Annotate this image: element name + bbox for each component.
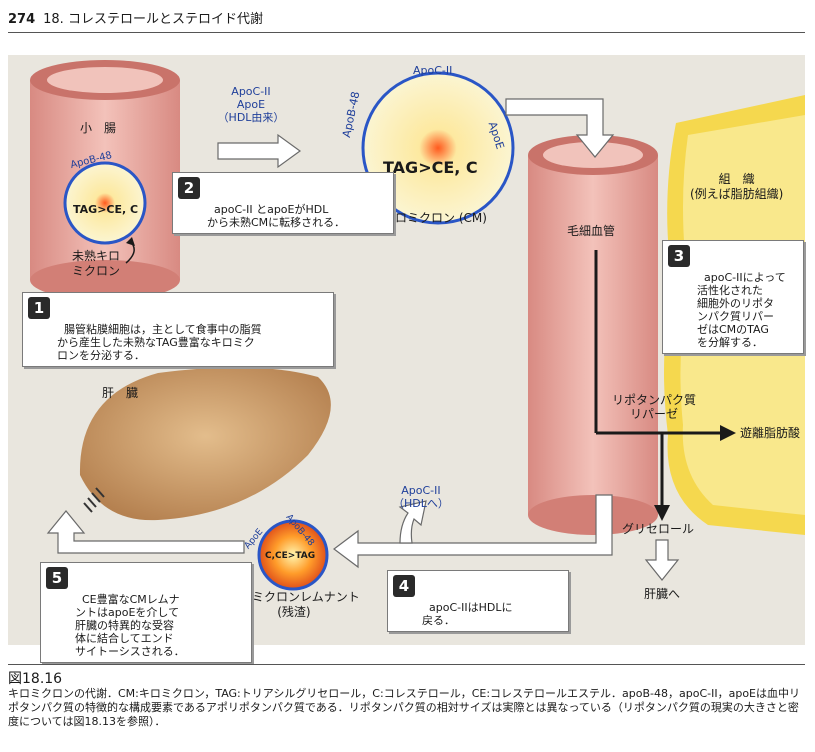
step-4-text: apoC-IIはHDLに 戻る． [422, 601, 513, 627]
step-5-text: CE豊富なCMレムナ ントはapoEを介して 肝臓の特異的な受容 体に結合してエ… [75, 593, 185, 658]
cm-apoc2-label: ApoC-II [413, 64, 453, 77]
remnant-core-label: C,CE>TAG [265, 551, 316, 561]
immature-chylomicron-label: 未熟キロ ミクロン [72, 249, 121, 278]
glycerol-label: グリセロール [622, 522, 695, 536]
capillary-vessel-shape [528, 135, 658, 535]
step-3-box: 3 apoC-IIによって 活性化された 細胞外のリポタ ンパク質リパー ゼはC… [662, 240, 804, 354]
free-fatty-acid-label: 遊離脂肪酸 [740, 426, 801, 440]
arrow-to-liver-from-glycerol [644, 539, 680, 581]
intestine-core-label: TAG>CE, C [73, 203, 139, 216]
step-3-text: apoC-IIによって 活性化された 細胞外のリポタ ンパク質リパー ゼはCMの… [697, 271, 786, 349]
step-4-number: 4 [393, 575, 415, 597]
step-1-text: 腸管粘膜細胞は，主として食事中の脂質 から産生した未熟なTAG豊富なキロミク ロ… [57, 323, 262, 362]
step-2-text: apoC-II とapoEがHDL から未熟CMに転移される． [207, 203, 346, 229]
page-number: 274 [8, 12, 36, 27]
arrow-hdl-to-cm [217, 133, 302, 169]
figure-caption: キロミクロンの代謝．CM:キロミクロン，TAG:トリアシルグリセロール，C:コレ… [8, 687, 800, 728]
to-liver-label: 肝臓へ [644, 587, 681, 601]
step-2-number: 2 [178, 177, 200, 199]
step-1-number: 1 [28, 297, 50, 319]
running-header: 274 18. コレステロールとステロイド代謝 [8, 8, 263, 27]
liver-label: 肝 臓 [102, 386, 139, 400]
caption-rule [8, 664, 805, 665]
step-5-box: 5 CE豊富なCMレムナ ントはapoEを介して 肝臓の特異的な受容 体に結合し… [40, 562, 252, 663]
figure-number: 図18.16 [8, 671, 63, 687]
step-3-number: 3 [668, 245, 690, 267]
capillary-label: 毛細血管 [567, 224, 616, 238]
cm-name-label: キロミクロン (CM) [383, 211, 487, 225]
cm-core-label: TAG>CE, C [383, 158, 478, 177]
tissue-label: 組 織 (例えば脂肪組織) [690, 172, 784, 201]
hdl-transfer-label: ApoC-II ApoE （HDL由来） [217, 85, 285, 124]
chapter-title: 18. コレステロールとステロイド代謝 [43, 12, 263, 27]
step-2-box: 2 apoC-II とapoEがHDL から未熟CMに転移される． [172, 172, 394, 234]
step-5-number: 5 [46, 567, 68, 589]
apoc2-return-label: ApoC-II （HDLへ） [393, 484, 449, 510]
header-rule [8, 32, 805, 33]
step-1-box: 1 腸管粘膜細胞は，主として食事中の脂質 から産生した未熟なTAG豊富なキロミク… [22, 292, 334, 367]
intestine-label: 小 腸 [80, 121, 117, 135]
step-4-box: 4 apoC-IIはHDLに 戻る． [387, 570, 569, 632]
lipase-label: リポタンパク質 リパーゼ [612, 393, 697, 421]
